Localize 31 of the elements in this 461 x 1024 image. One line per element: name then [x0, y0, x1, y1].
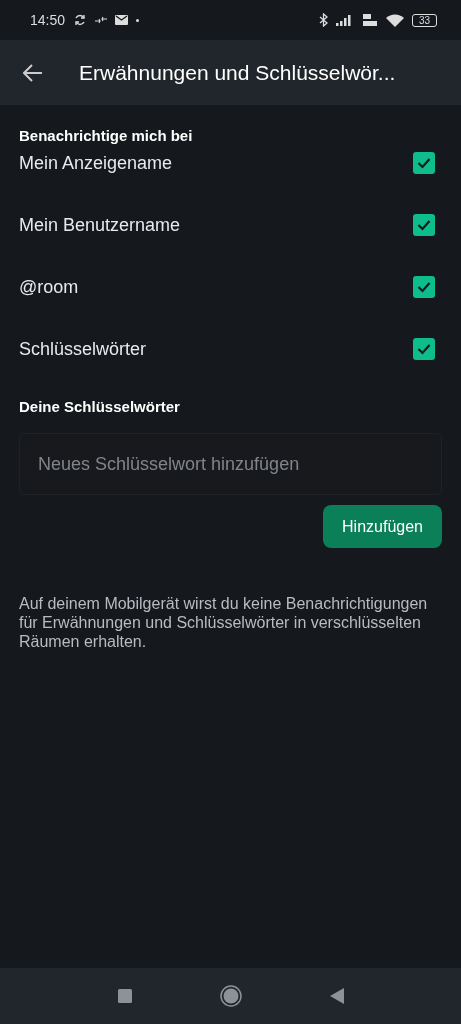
recents-icon[interactable]: [117, 989, 132, 1003]
back-arrow-icon: [23, 63, 43, 82]
option-label: Mein Benutzername: [19, 214, 181, 236]
check-icon: [417, 157, 431, 169]
checkbox[interactable]: [413, 152, 435, 174]
checkbox[interactable]: [413, 276, 435, 298]
battery-indicator: 33: [411, 13, 437, 27]
bluetooth-icon: [318, 13, 328, 27]
info-text: Auf deinem Mobilgerät wirst du keine Benachrichtigungen für Erwähnungen und Schlüsselwörter in verschlüsselten Räumen erhalten.: [19, 594, 429, 651]
check-icon: [417, 219, 431, 231]
add-button[interactable]: Hinzufügen: [323, 505, 442, 548]
transfer-icon: [95, 16, 108, 24]
wifi-icon: [385, 13, 404, 27]
checkbox[interactable]: [413, 214, 435, 236]
status-time: 14:50: [30, 12, 66, 28]
signal-icon: [335, 14, 354, 26]
screen-title: Erwähnungen und Schlüsselwör...: [79, 60, 396, 85]
sync-icon: [73, 13, 88, 27]
checkbox[interactable]: [413, 338, 435, 360]
check-icon: [417, 343, 431, 355]
keyword-input-field[interactable]: Neues Schlüsselwort hinzufügen: [19, 433, 442, 495]
check-icon: [417, 281, 431, 293]
option-label: Mein Anzeigename: [19, 152, 173, 174]
dot-icon: [136, 18, 140, 22]
mail-icon: [115, 15, 129, 25]
option-label: Schlüsselwörter: [19, 338, 147, 360]
section-heading: Deine Schlüsselwörter: [19, 398, 181, 415]
option-label: @room: [19, 276, 79, 298]
section-heading: Benachrichtige mich bei: [19, 127, 194, 144]
back-icon[interactable]: [329, 988, 344, 1004]
home-icon[interactable]: [219, 985, 242, 1007]
